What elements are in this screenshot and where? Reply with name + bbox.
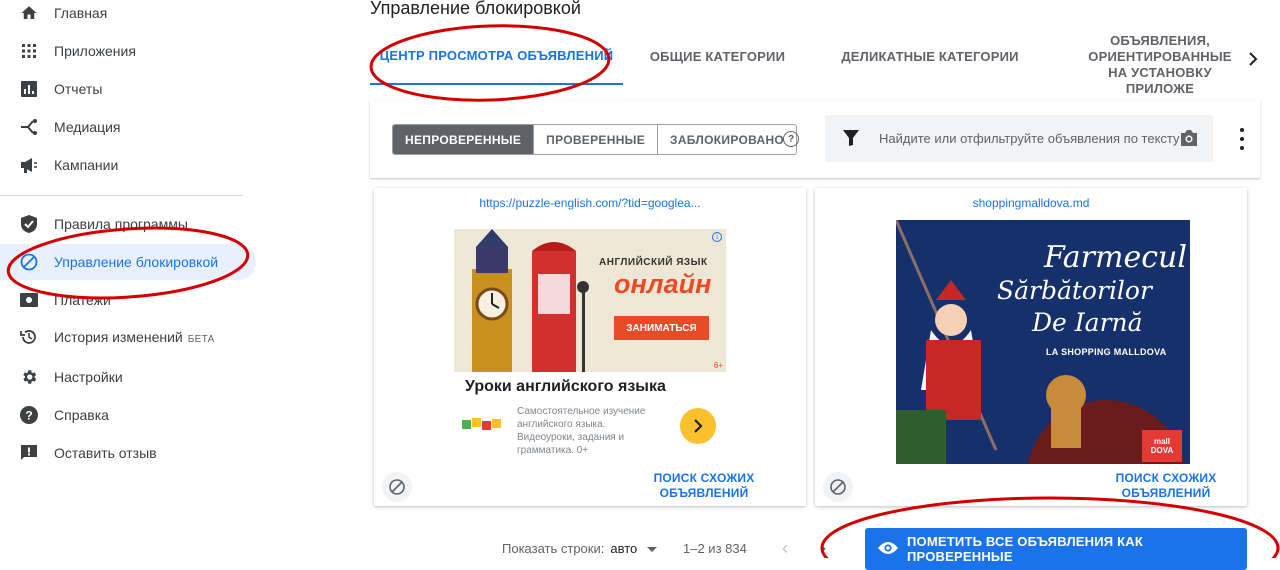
sidebar-item-label: Платежи [54, 292, 111, 308]
ad-search-field[interactable]: Найдите или отфильтруйте объявления по т… [825, 115, 1213, 162]
tab-bar: ЦЕНТР ПРОСМОТРА ОБЪЯВЛЕНИЙ ОБЩИЕ КАТЕГОР… [370, 28, 1280, 98]
rows-per-page[interactable]: Показать строки: авто [502, 541, 657, 556]
mark-all-reviewed-label: ПОМЕТИТЬ ВСЕ ОБЪЯВЛЕНИЯ КАК ПРОВЕРЕННЫЕ [907, 534, 1144, 564]
sidebar-item-campaigns[interactable]: Кампании [0, 147, 256, 183]
home-icon [19, 3, 39, 23]
ad-card: https://puzzle-english.com/?tid=googlea.… [374, 188, 806, 506]
sidebar-item-feedback[interactable]: Оставить отзыв [0, 435, 256, 471]
ad-creative-line2: онлайн [614, 269, 712, 299]
chevron-right-icon[interactable] [1247, 52, 1259, 71]
sidebar-item-label: Приложения [54, 43, 136, 59]
more-vert-icon[interactable] [1238, 128, 1246, 150]
megaphone-icon [19, 155, 39, 175]
sidebar-item-settings[interactable]: Настройки [0, 359, 256, 395]
find-similar-ads-link[interactable]: ПОИСК СХОЖИХ ОБЪЯВЛЕНИЙ [1101, 471, 1231, 501]
ad-creative-illustration [454, 229, 726, 372]
sidebar-item-home[interactable]: Главная [0, 0, 256, 31]
mark-all-reviewed-button[interactable]: ПОМЕТИТЬ ВСЕ ОБЪЯВЛЕНИЯ КАК ПРОВЕРЕННЫЕ [865, 528, 1247, 570]
ad-arrow-button [680, 408, 716, 444]
find-similar-ads-link[interactable]: ПОИСК СХОЖИХ ОБЪЯВЛЕНИЙ [639, 471, 769, 501]
sidebar-item-mediation[interactable]: Медиация [0, 109, 256, 145]
history-icon [19, 327, 39, 347]
filter-reviewed-button[interactable]: ПРОВЕРЕННЫЕ [534, 125, 659, 154]
sidebar-item-label: История изменений [54, 329, 183, 345]
sidebar-item-payments[interactable]: Платежи [0, 282, 256, 318]
ad-creative-cta: ЗАНИМАТЬСЯ [614, 316, 709, 340]
ad-creative-line4: LA SHOPPING MALLDOVA [1046, 347, 1167, 357]
sidebar-divider [0, 195, 243, 196]
camera-icon[interactable] [1179, 129, 1199, 152]
sidebar-item-policy[interactable]: Правила программы [0, 206, 256, 242]
gear-icon [19, 367, 39, 387]
eye-icon [877, 541, 899, 558]
beta-badge: БЕТА [187, 334, 215, 345]
puzzle-logo-icon [462, 416, 506, 437]
payments-icon [19, 290, 39, 310]
sidebar-item-label: Справка [54, 407, 109, 423]
ad-url-link[interactable]: https://puzzle-english.com/?tid=googlea.… [374, 196, 806, 210]
feedback-icon [19, 443, 39, 463]
search-placeholder: Найдите или отфильтруйте объявления по т… [879, 131, 1180, 146]
block-icon [389, 479, 405, 495]
sidebar-item-label: Медиация [54, 119, 121, 135]
block-ad-button[interactable] [823, 472, 853, 502]
ad-creative-line1: Farmecul [1044, 240, 1187, 275]
shield-icon [19, 214, 39, 234]
ad-url-link[interactable]: shoppingmalldova.md [815, 196, 1247, 210]
page-title: Управление блокировкой [370, 0, 581, 18]
sidebar-item-reports[interactable]: Отчеты [0, 71, 256, 107]
bar-chart-icon [19, 79, 39, 99]
sidebar-item-blocking-controls[interactable]: Управление блокировкой [0, 244, 256, 280]
help-icon: ? [19, 405, 39, 425]
sidebar-item-label: Правила программы [54, 216, 188, 232]
sidebar-item-label: Оставить отзыв [54, 445, 157, 461]
tab-general-categories[interactable]: ОБЩИЕ КАТЕГОРИИ [630, 28, 805, 86]
ad-creative-line2: Sărbătorilor [997, 276, 1152, 305]
sidebar-item-label: Настройки [54, 369, 123, 385]
age-rating: 6+ [713, 361, 723, 370]
sidebar-item-label: Отчеты [54, 81, 103, 97]
ad-card: shoppingmalldova.md Farmecul Sărbătorilo… [815, 188, 1247, 506]
tab-app-install-ads[interactable]: ОБЪЯВЛЕНИЯ, ОРИЕНТИРОВАННЫЕ НА УСТАНОВКУ… [1078, 30, 1242, 100]
block-icon [19, 252, 39, 272]
ad-description: Самостоятельное изучение английского язы… [517, 406, 646, 456]
sidebar-item-label: Главная [54, 5, 108, 21]
dropdown-arrow-icon[interactable] [646, 547, 657, 553]
filter-blocked-button[interactable]: ЗАБЛОКИРОВАНО [658, 125, 796, 154]
review-status-toggle: НЕПРОВЕРЕННЫЕ ПРОВЕРЕННЫЕ ЗАБЛОКИРОВАНО [392, 124, 798, 155]
filter-toolbar: НЕПРОВЕРЕННЫЕ ПРОВЕРЕННЫЕ ЗАБЛОКИРОВАНО … [370, 100, 1260, 178]
tab-sensitive-categories[interactable]: ДЕЛИКАТНЫЕ КАТЕГОРИИ [820, 28, 1040, 86]
sidebar-item-label: Управление блокировкой [54, 254, 219, 270]
brand-logo: mall DOVA [1142, 430, 1182, 462]
apps-grid-icon [19, 41, 39, 61]
tab-ad-review-center[interactable]: ЦЕНТР ПРОСМОТРА ОБЪЯВЛЕНИЙ [370, 28, 623, 85]
mediation-icon [19, 117, 39, 137]
rows-per-page-value[interactable]: авто [610, 541, 637, 556]
pagination-range: 1–2 из 834 [683, 541, 747, 556]
ad-creative-image: Farmecul Sărbătorilor De Iarnă LA SHOPPI… [896, 220, 1190, 464]
ad-creative-line1: АНГЛИЙСКИЙ ЯЗЫК [599, 257, 708, 268]
rows-per-page-label: Показать строки: [502, 541, 605, 556]
help-circle-icon[interactable]: ? [783, 131, 799, 147]
block-ad-button[interactable] [382, 472, 412, 502]
chevron-left-icon[interactable]: ‹ [782, 538, 788, 559]
sidebar-item-label: Кампании [54, 157, 119, 173]
filter-unreviewed-button[interactable]: НЕПРОВЕРЕННЫЕ [393, 125, 535, 154]
sidebar-item-apps[interactable]: Приложения [0, 33, 256, 69]
filter-icon [842, 129, 860, 152]
ad-creative-line3: De Iarnă [1032, 308, 1143, 337]
sidebar-item-change-history[interactable]: История изменений БЕТА [0, 319, 256, 355]
chevron-right-icon[interactable]: › [820, 538, 826, 559]
ad-info-icon[interactable]: i [712, 232, 722, 242]
block-icon [830, 479, 846, 495]
sidebar: Главная Приложения Отчеты Медиация Кампа… [0, 0, 262, 558]
ad-headline: Уроки английского языка [465, 378, 666, 395]
sidebar-item-help[interactable]: ? Справка [0, 397, 256, 433]
svg-text:?: ? [25, 409, 32, 423]
ad-creative-image: АНГЛИЙСКИЙ ЯЗЫК онлайн ЗАНИМАТЬСЯ 6+ i [454, 229, 726, 372]
